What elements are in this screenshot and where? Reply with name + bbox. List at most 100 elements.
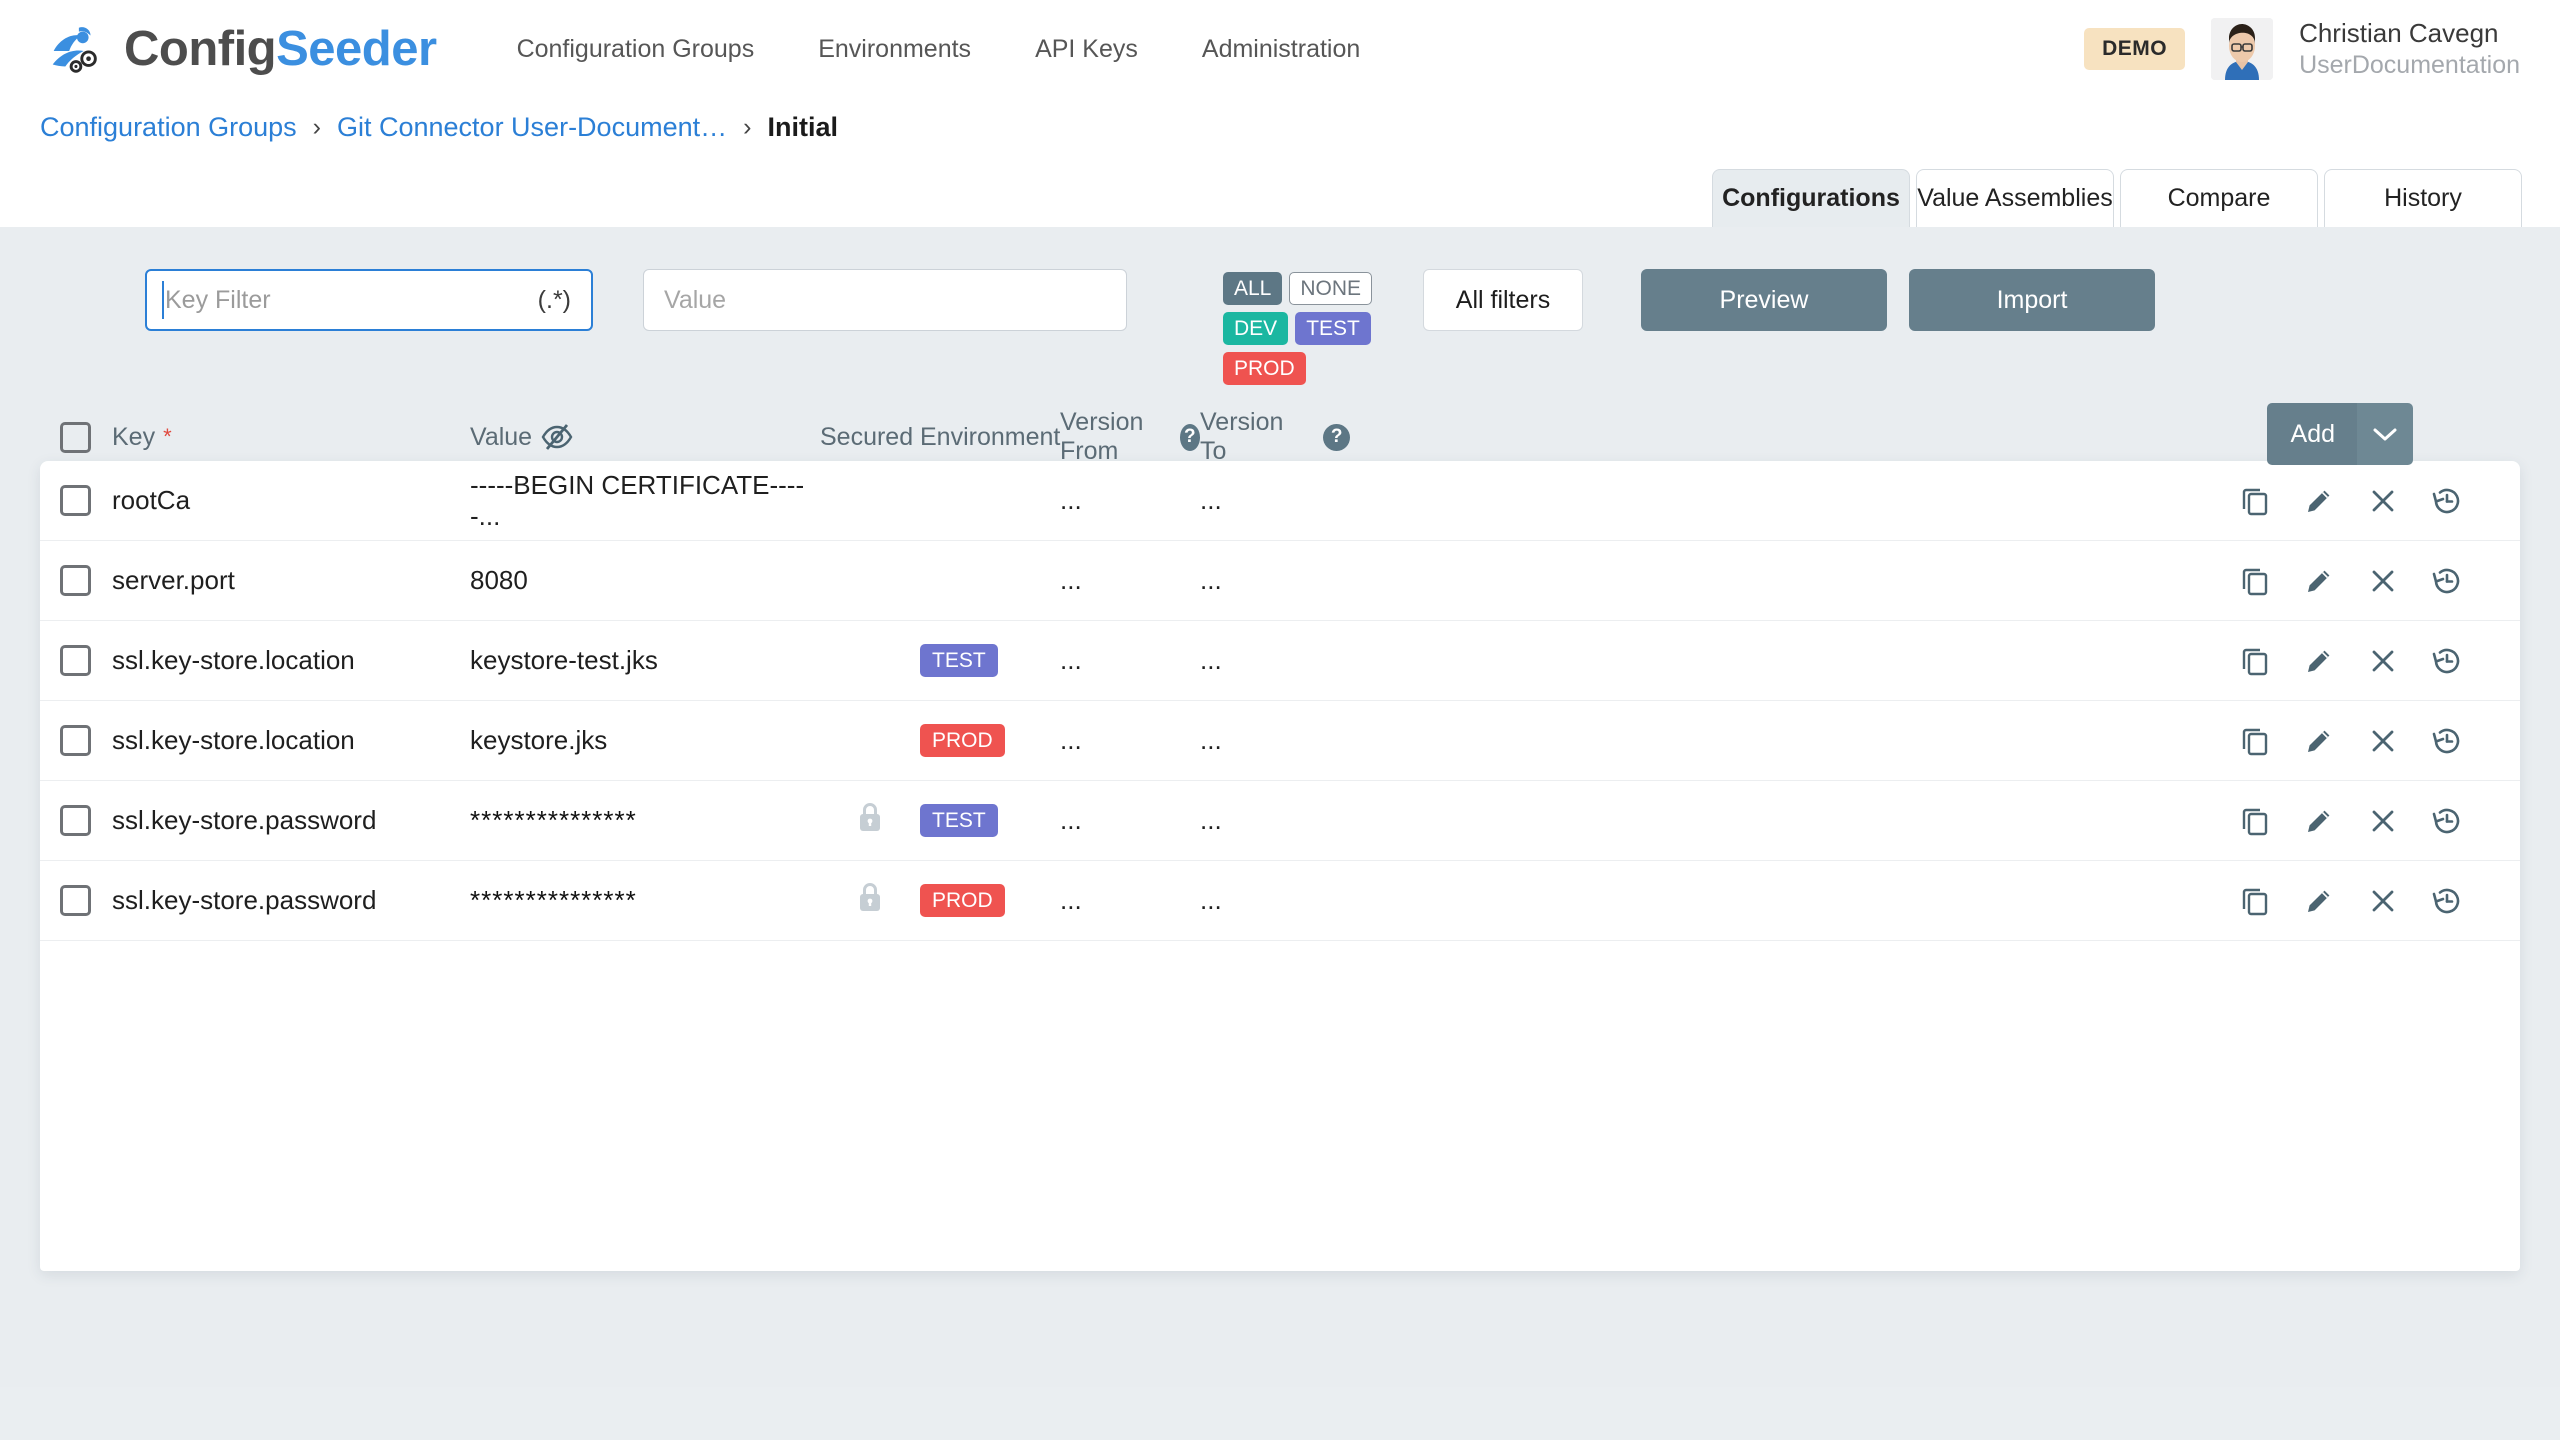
- cell-version-to: ...: [1200, 485, 1350, 516]
- chip-prod[interactable]: PROD: [1223, 352, 1306, 385]
- chip-test[interactable]: TEST: [1295, 312, 1371, 345]
- demo-badge: DEMO: [2084, 28, 2185, 70]
- main-nav: Configuration Groups Environments API Ke…: [485, 25, 1393, 74]
- column-header-value[interactable]: Value: [470, 423, 820, 452]
- cell-key: ssl.key-store.location: [110, 645, 470, 676]
- chevron-right-icon: ›: [727, 113, 767, 142]
- edit-icon[interactable]: [2300, 722, 2338, 760]
- table-row[interactable]: ssl.key-store.location keystore-test.jks…: [40, 621, 2520, 701]
- column-header-version-from[interactable]: Version From ?: [1060, 408, 1200, 466]
- brand-title-part2: Seeder: [276, 22, 436, 76]
- duplicate-icon[interactable]: [2236, 722, 2274, 760]
- key-filter-placeholder: Key Filter: [165, 286, 271, 315]
- tab-history[interactable]: History: [2324, 169, 2522, 227]
- column-header-environment[interactable]: Environment: [920, 423, 1060, 452]
- edit-icon[interactable]: [2300, 802, 2338, 840]
- environment-filter-chips: ALL NONE DEV TEST PROD: [1223, 269, 1373, 385]
- eye-slash-icon[interactable]: [540, 424, 574, 450]
- history-icon[interactable]: [2428, 722, 2466, 760]
- duplicate-icon[interactable]: [2236, 882, 2274, 920]
- row-checkbox[interactable]: [60, 805, 91, 836]
- breadcrumb: Configuration Groups › Git Connector Use…: [0, 98, 2560, 165]
- history-icon[interactable]: [2428, 882, 2466, 920]
- delete-icon[interactable]: [2364, 802, 2402, 840]
- duplicate-icon[interactable]: [2236, 562, 2274, 600]
- row-checkbox[interactable]: [60, 645, 91, 676]
- user-info[interactable]: Christian Cavegn UserDocumentation: [2299, 17, 2520, 81]
- chip-none[interactable]: NONE: [1289, 272, 1372, 305]
- chip-all[interactable]: ALL: [1223, 272, 1282, 305]
- column-header-value-label: Value: [470, 423, 532, 452]
- column-header-version-to[interactable]: Version To ?: [1200, 408, 1350, 466]
- tab-value-assemblies[interactable]: Value Assemblies: [1916, 169, 2114, 227]
- cell-key: server.port: [110, 565, 470, 596]
- row-checkbox[interactable]: [60, 885, 91, 916]
- row-checkbox[interactable]: [60, 485, 91, 516]
- edit-icon[interactable]: [2300, 562, 2338, 600]
- value-filter-input[interactable]: Value: [643, 269, 1127, 331]
- delete-icon[interactable]: [2364, 642, 2402, 680]
- cell-version-from: ...: [1060, 485, 1200, 516]
- nav-item-configuration-groups[interactable]: Configuration Groups: [485, 25, 787, 74]
- edit-icon[interactable]: [2300, 482, 2338, 520]
- user-role: UserDocumentation: [2299, 50, 2520, 81]
- help-icon[interactable]: ?: [1323, 424, 1350, 451]
- history-icon[interactable]: [2428, 802, 2466, 840]
- table-body: rootCa -----BEGIN CERTIFICATE-----... ..…: [40, 461, 2520, 941]
- row-checkbox[interactable]: [60, 565, 91, 596]
- table-row[interactable]: server.port 8080 ... ...: [40, 541, 2520, 621]
- row-checkbox-cell: [40, 805, 110, 836]
- cell-actions: [1350, 482, 2520, 520]
- delete-icon[interactable]: [2364, 482, 2402, 520]
- history-icon[interactable]: [2428, 642, 2466, 680]
- chip-dev[interactable]: DEV: [1223, 312, 1288, 345]
- delete-icon[interactable]: [2364, 882, 2402, 920]
- table-row[interactable]: ssl.key-store.password *************** T…: [40, 781, 2520, 861]
- select-all-checkbox[interactable]: [60, 422, 91, 453]
- chevron-right-icon: ›: [297, 113, 337, 142]
- add-button-label: Add: [2267, 403, 2357, 465]
- column-header-key[interactable]: Key *: [110, 423, 470, 452]
- cell-value: keystore.jks: [470, 725, 820, 756]
- delete-icon[interactable]: [2364, 562, 2402, 600]
- row-checkbox[interactable]: [60, 725, 91, 756]
- import-button[interactable]: Import: [1909, 269, 2155, 331]
- nav-item-environments[interactable]: Environments: [786, 25, 1003, 74]
- all-filters-button[interactable]: All filters: [1423, 269, 1583, 331]
- duplicate-icon[interactable]: [2236, 802, 2274, 840]
- user-name: Christian Cavegn: [2299, 17, 2520, 50]
- brand-logo-area[interactable]: ConfigSeeder: [44, 18, 437, 80]
- history-icon[interactable]: [2428, 562, 2466, 600]
- help-icon[interactable]: ?: [1180, 424, 1200, 451]
- table-row[interactable]: ssl.key-store.location keystore.jks PROD…: [40, 701, 2520, 781]
- environment-badge: PROD: [920, 884, 1005, 917]
- breadcrumb-item-git-connector[interactable]: Git Connector User-Document…: [337, 112, 727, 143]
- breadcrumb-item-configuration-groups[interactable]: Configuration Groups: [40, 112, 297, 143]
- cell-key: ssl.key-store.password: [110, 885, 470, 916]
- tab-configurations[interactable]: Configurations: [1712, 169, 1910, 227]
- cell-value: ***************: [470, 885, 820, 916]
- add-button[interactable]: Add: [2267, 403, 2413, 465]
- nav-item-administration[interactable]: Administration: [1170, 25, 1392, 74]
- duplicate-icon[interactable]: [2236, 482, 2274, 520]
- delete-icon[interactable]: [2364, 722, 2402, 760]
- key-filter-input[interactable]: Key Filter (.*): [145, 269, 593, 331]
- chevron-down-icon[interactable]: [2357, 403, 2413, 465]
- header-user-area: DEMO Christian Cavegn UserDocumentation: [2084, 17, 2520, 81]
- user-avatar[interactable]: [2211, 18, 2273, 80]
- duplicate-icon[interactable]: [2236, 642, 2274, 680]
- edit-icon[interactable]: [2300, 642, 2338, 680]
- table-row[interactable]: ssl.key-store.password *************** P…: [40, 861, 2520, 941]
- nav-item-api-keys[interactable]: API Keys: [1003, 25, 1170, 74]
- cell-actions: [1350, 882, 2520, 920]
- cell-environment: PROD: [920, 724, 1060, 757]
- history-icon[interactable]: [2428, 482, 2466, 520]
- edit-icon[interactable]: [2300, 882, 2338, 920]
- preview-button[interactable]: Preview: [1641, 269, 1887, 331]
- configurations-table: rootCa -----BEGIN CERTIFICATE-----... ..…: [40, 461, 2520, 1271]
- table-row[interactable]: rootCa -----BEGIN CERTIFICATE-----... ..…: [40, 461, 2520, 541]
- tab-compare[interactable]: Compare: [2120, 169, 2318, 227]
- column-header-secured[interactable]: Secured: [820, 423, 920, 452]
- cell-value: ***************: [470, 805, 820, 836]
- cell-version-from: ...: [1060, 725, 1200, 756]
